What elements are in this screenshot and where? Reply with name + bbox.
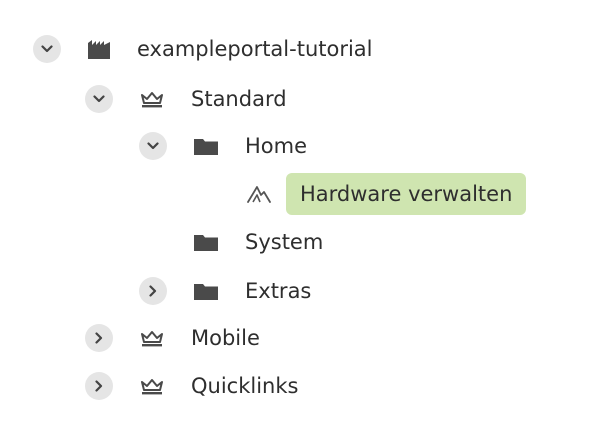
tree-node-standard: Standard [0, 79, 596, 119]
expand-toggle[interactable] [85, 324, 113, 352]
folder-icon [193, 279, 219, 303]
expand-toggle[interactable] [85, 372, 113, 400]
chevron-down-icon [147, 142, 159, 150]
tree-node-quicklinks: Quicklinks [0, 366, 596, 406]
tree-node-system: System [0, 222, 596, 262]
folder-icon [193, 134, 219, 158]
chevron-right-icon [149, 285, 157, 297]
tree-node-label[interactable]: Quicklinks [191, 366, 298, 406]
tree-node-label[interactable]: Standard [191, 79, 287, 119]
tree-node-label-selected[interactable]: Hardware verwalten [286, 173, 527, 215]
portal-icon [86, 37, 112, 61]
collapse-toggle[interactable] [33, 35, 61, 63]
tree-node-home: Home [0, 126, 596, 166]
chevron-right-icon [95, 332, 103, 344]
crown-icon [139, 326, 165, 350]
tree-node-hardware-verwalten: Hardware verwalten [0, 173, 596, 215]
tree-node-label[interactable]: Extras [245, 271, 311, 311]
application-icon [246, 182, 272, 206]
collapse-toggle[interactable] [139, 132, 167, 160]
tree-node-label[interactable]: Mobile [191, 318, 260, 358]
tree-node-mobile: Mobile [0, 318, 596, 358]
crown-icon [139, 87, 165, 111]
collapse-toggle[interactable] [85, 85, 113, 113]
tree-node-root: exampleportal-tutorial [0, 29, 596, 69]
expand-toggle[interactable] [139, 277, 167, 305]
tree-node-label[interactable]: exampleportal-tutorial [137, 29, 373, 69]
folder-icon [193, 230, 219, 254]
chevron-down-icon [93, 95, 105, 103]
tree-node-extras: Extras [0, 271, 596, 311]
chevron-right-icon [95, 380, 103, 392]
chevron-down-icon [41, 45, 53, 53]
tree-node-label[interactable]: System [245, 222, 323, 262]
tree-node-label[interactable]: Home [245, 126, 307, 166]
crown-icon [139, 374, 165, 398]
